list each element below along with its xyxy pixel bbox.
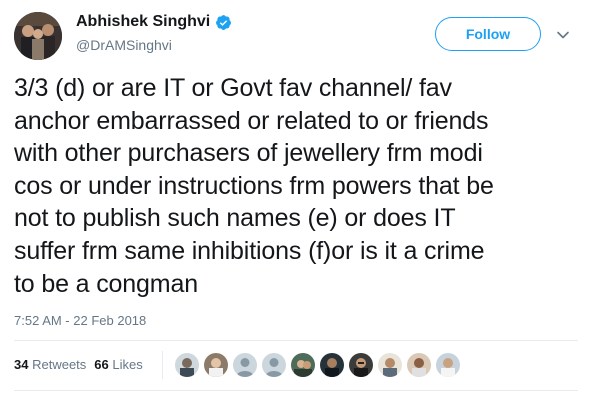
default-avatar-icon: [262, 353, 286, 377]
tweet-text: 3/3 (d) or are IT or Govt fav channel/ f…: [14, 72, 580, 300]
user-avatar-icon: [378, 353, 402, 377]
default-avatar-icon: [233, 353, 257, 377]
follow-button[interactable]: Follow: [435, 17, 541, 51]
liker-avatars: [174, 352, 464, 378]
tweet-text-line: to be a congman: [14, 269, 198, 298]
tweet-stats: 34 Retweets 66 Likes: [14, 357, 143, 372]
liker-avatar[interactable]: [406, 352, 432, 378]
liker-avatar[interactable]: [232, 352, 258, 378]
author-avatar[interactable]: [14, 12, 62, 60]
author-name[interactable]: Abhishek Singhvi: [76, 13, 232, 31]
verified-badge-icon: [216, 14, 232, 30]
liker-avatar[interactable]: [435, 352, 461, 378]
user-avatar-icon: [204, 353, 228, 377]
tweet-text-line: not to publish such names (e) or does IT: [14, 204, 456, 233]
chevron-down-icon[interactable]: [556, 28, 570, 42]
tweet-timestamp[interactable]: 7:52 AM - 22 Feb 2018: [14, 313, 146, 328]
user-avatar-icon: [291, 353, 315, 377]
tweet-card: Abhishek Singhvi @DrAMSinghvi Follow 3/3…: [0, 0, 592, 400]
tweet-text-line: suffer frm same inhibitions (f)or is it …: [14, 236, 485, 265]
likes-label: Likes: [112, 357, 143, 372]
tweet-text-line: cos or under instructions frm powers tha…: [14, 171, 494, 200]
divider: [14, 340, 578, 341]
stats-divider: [162, 351, 163, 379]
author-display-name: Abhishek Singhvi: [76, 13, 211, 30]
likes-count: 66: [94, 357, 109, 372]
liker-avatar[interactable]: [319, 352, 345, 378]
liker-avatar[interactable]: [290, 352, 316, 378]
author-handle[interactable]: @DrAMSinghvi: [76, 37, 172, 53]
liker-avatar[interactable]: [348, 352, 374, 378]
liker-avatar[interactable]: [174, 352, 200, 378]
profile-photo-icon: [14, 12, 62, 60]
liker-avatar[interactable]: [377, 352, 403, 378]
liker-avatar[interactable]: [203, 352, 229, 378]
tweet-text-line: anchor embarrassed or related to or frie…: [14, 106, 489, 135]
tweet-text-line: 3/3 (d) or are IT or Govt fav channel/ f…: [14, 74, 452, 102]
user-avatar-icon: [349, 353, 373, 377]
tweet-text-line: with other purchasers of jewellery frm m…: [14, 139, 483, 168]
user-avatar-icon: [436, 353, 460, 377]
liker-avatar[interactable]: [261, 352, 287, 378]
user-avatar-icon: [407, 353, 431, 377]
retweets-label: Retweets: [32, 357, 87, 372]
likes-stat[interactable]: 66 Likes: [94, 357, 142, 372]
retweets-count: 34: [14, 357, 29, 372]
user-avatar-icon: [320, 353, 344, 377]
user-avatar-icon: [175, 353, 199, 377]
retweets-stat[interactable]: 34 Retweets: [14, 357, 86, 372]
divider: [14, 390, 578, 391]
